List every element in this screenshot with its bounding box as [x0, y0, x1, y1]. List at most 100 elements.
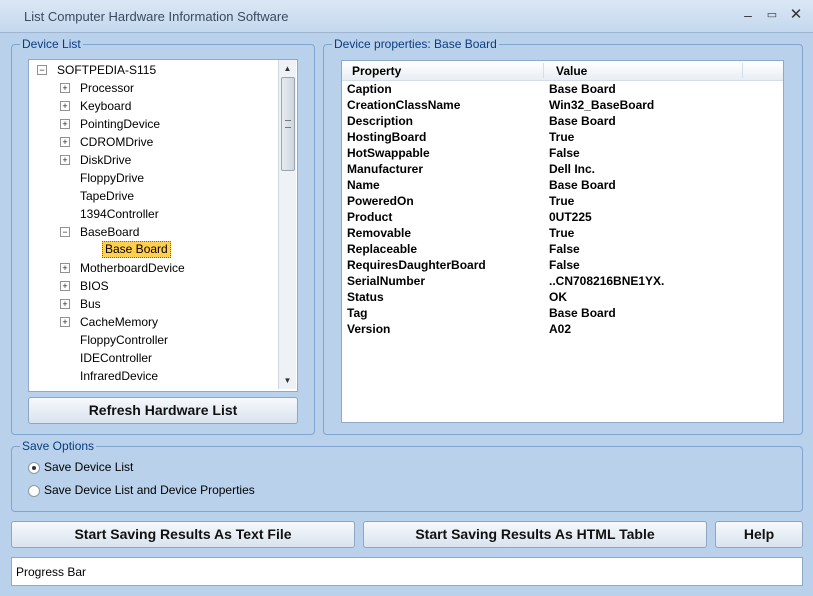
save-device-list-properties-radio[interactable]	[28, 485, 40, 497]
property-value: Base Board	[549, 114, 616, 128]
maximize-icon[interactable]: ▭	[762, 6, 782, 24]
expand-icon[interactable]: +	[60, 299, 70, 309]
property-row[interactable]: HotSwappable False	[342, 145, 783, 161]
collapse-icon[interactable]: −	[60, 227, 70, 237]
properties-header: Property Value	[342, 61, 783, 81]
save-html-table-button[interactable]: Start Saving Results As HTML Table	[363, 521, 707, 548]
tree-item-label[interactable]: FloppyDrive	[78, 169, 146, 187]
tree-item-cdromdrive[interactable]: + CDROMDrive	[29, 133, 279, 151]
tree-item-label[interactable]: 1394Controller	[78, 205, 161, 223]
save-device-list-radio[interactable]	[28, 462, 40, 474]
tree-scrollbar[interactable]: ▲ ▼	[278, 60, 296, 389]
tree-item-label[interactable]: BIOS	[78, 277, 111, 295]
property-name: Name	[347, 178, 380, 192]
property-name: Manufacturer	[347, 162, 424, 176]
scroll-thumb[interactable]	[281, 77, 295, 171]
property-name: Replaceable	[347, 242, 418, 256]
property-name: CreationClassName	[347, 98, 461, 112]
tree-item-pointingdevice[interactable]: + PointingDevice	[29, 115, 279, 133]
expand-icon[interactable]: +	[60, 155, 70, 165]
refresh-hardware-button[interactable]: Refresh Hardware List	[28, 397, 298, 424]
tree-item-processor[interactable]: + Processor	[29, 79, 279, 97]
help-button[interactable]: Help	[715, 521, 803, 548]
tree-item-label[interactable]: Base Board	[102, 241, 171, 258]
tree-root[interactable]: − SOFTPEDIA-S115	[29, 61, 279, 79]
tree-item-cachememory[interactable]: + CacheMemory	[29, 313, 279, 331]
property-row[interactable]: Version A02	[342, 321, 783, 337]
scroll-down-icon[interactable]: ▼	[279, 372, 296, 389]
tree-item-label[interactable]: SOFTPEDIA-S115	[55, 61, 158, 79]
device-tree[interactable]: − SOFTPEDIA-S115 + Processor + Keyboard + Point…	[28, 59, 298, 392]
property-row[interactable]: Description Base Board	[342, 113, 783, 129]
property-row[interactable]: Replaceable False	[342, 241, 783, 257]
property-row[interactable]: CreationClassName Win32_BaseBoard	[342, 97, 783, 113]
tree-item-label[interactable]: Bus	[78, 295, 103, 313]
tree-item-keyboard[interactable]: + Keyboard	[29, 97, 279, 115]
property-value: Dell Inc.	[549, 162, 596, 176]
close-icon[interactable]: ✕	[786, 6, 806, 24]
minimize-icon[interactable]: –	[738, 6, 758, 24]
tree-item-motherboarddevice[interactable]: + MotherboardDevice	[29, 259, 279, 277]
scroll-up-icon[interactable]: ▲	[279, 60, 296, 77]
tree-item-infrareddevice[interactable]: InfraredDevice	[29, 367, 279, 385]
tree-item-floppycontroller[interactable]: FloppyController	[29, 331, 279, 349]
tree-item-label[interactable]: MotherboardDevice	[78, 259, 187, 277]
property-row[interactable]: Caption Base Board	[342, 81, 783, 97]
tree-item-baseboard[interactable]: − BaseBoard	[29, 223, 279, 241]
property-row[interactable]: Product 0UT225	[342, 209, 783, 225]
tree-item-1394controller[interactable]: 1394Controller	[29, 205, 279, 223]
property-name: Version	[347, 322, 391, 336]
tree-item-bios[interactable]: + BIOS	[29, 277, 279, 295]
tree-item-bus[interactable]: + Bus	[29, 295, 279, 313]
property-name: RequiresDaughterBoard	[347, 258, 486, 272]
tree-item-label[interactable]: CDROMDrive	[78, 133, 155, 151]
device-properties-label: Device properties: Base Board	[332, 37, 499, 51]
property-row[interactable]: Name Base Board	[342, 177, 783, 193]
tree-item-label[interactable]: FloppyController	[78, 331, 170, 349]
tree-item-diskdrive[interactable]: + DiskDrive	[29, 151, 279, 169]
expand-icon[interactable]: +	[60, 101, 70, 111]
expand-icon[interactable]: +	[60, 119, 70, 129]
property-row[interactable]: Status OK	[342, 289, 783, 305]
expand-icon[interactable]: +	[60, 281, 70, 291]
property-row[interactable]: PoweredOn True	[342, 193, 783, 209]
save-text-file-button[interactable]: Start Saving Results As Text File	[11, 521, 355, 548]
tree-item-label[interactable]: Keyboard	[78, 97, 133, 115]
property-value: 0UT225	[549, 210, 592, 224]
collapse-icon[interactable]: −	[37, 65, 47, 75]
property-value: A02	[549, 322, 572, 336]
property-value: False	[549, 258, 580, 272]
tree-item-label[interactable]: Processor	[78, 79, 136, 97]
tree-item-label[interactable]: DiskDrive	[78, 151, 133, 169]
tree-item-tapedrive[interactable]: TapeDrive	[29, 187, 279, 205]
tree-item-label[interactable]: CacheMemory	[78, 313, 160, 331]
tree-item-label[interactable]: TapeDrive	[78, 187, 136, 205]
property-value: True	[549, 194, 575, 208]
save-device-list-properties-label[interactable]: Save Device List and Device Properties	[44, 483, 255, 497]
tree-item-label[interactable]: IDEController	[78, 349, 154, 367]
tree-item-base-board-child[interactable]: Base Board	[29, 241, 279, 259]
expand-icon[interactable]: +	[60, 83, 70, 93]
property-row[interactable]: RequiresDaughterBoard False	[342, 257, 783, 273]
tree-item-label[interactable]: InfraredDevice	[78, 367, 160, 385]
property-row[interactable]: Manufacturer Dell Inc.	[342, 161, 783, 177]
property-value: False	[549, 146, 580, 160]
expand-icon[interactable]: +	[60, 263, 70, 273]
progress-label: Progress Bar	[16, 565, 87, 579]
expand-icon[interactable]: +	[60, 317, 70, 327]
properties-list[interactable]: Property Value Caption Base Board Creation…	[341, 60, 784, 423]
property-row[interactable]: SerialNumber ..CN708216BNE1YX.	[342, 273, 783, 289]
column-property[interactable]: Property	[352, 64, 401, 78]
save-device-list-label[interactable]: Save Device List	[44, 460, 133, 474]
expand-icon[interactable]: +	[60, 137, 70, 147]
property-row[interactable]: HostingBoard True	[342, 129, 783, 145]
tree-item-label[interactable]: PointingDevice	[78, 115, 162, 133]
tree-item-idecontroller[interactable]: IDEController	[29, 349, 279, 367]
column-value[interactable]: Value	[556, 64, 587, 78]
tree-item-label[interactable]: BaseBoard	[78, 223, 141, 241]
property-name: HostingBoard	[347, 130, 427, 144]
property-row[interactable]: Tag Base Board	[342, 305, 783, 321]
tree-item-floppydrive[interactable]: FloppyDrive	[29, 169, 279, 187]
property-name: Status	[347, 290, 384, 304]
property-row[interactable]: Removable True	[342, 225, 783, 241]
